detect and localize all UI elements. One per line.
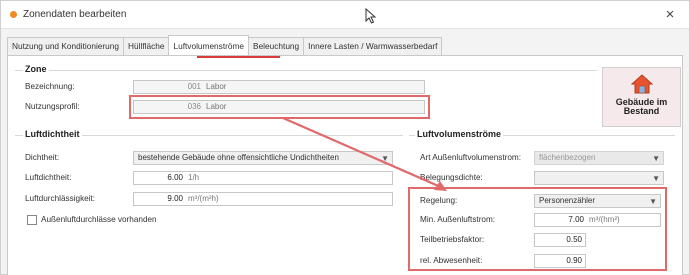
tab-huellflaeche[interactable]: Hüllfläche xyxy=(123,37,170,55)
bezeichnung-text: Labor xyxy=(206,82,227,91)
house-icon xyxy=(631,74,653,94)
regelung-highlight-box xyxy=(408,187,667,271)
art-aussenluft-value: flächenbezogen xyxy=(539,153,596,162)
luftvolumenstroeme-group-title: Luftvolumenströme xyxy=(415,129,504,139)
art-aussenluft-select[interactable]: flächenbezogen ▼ xyxy=(534,151,664,165)
luftdurchlaessigkeit-label: Luftdurchlässigkeit: xyxy=(25,194,96,203)
luftdurchlaessigkeit-field[interactable]: 9.00 m³/(m²h) xyxy=(133,192,393,206)
tab-innere-lasten[interactable]: Innere Lasten / Warmwasserbedarf xyxy=(303,37,443,55)
luftdichtheit-group-title: Luftdichtheit xyxy=(23,129,82,139)
aussenluftdurchlaesse-label[interactable]: Außenluftdurchlässe vorhanden xyxy=(41,215,157,224)
tab-nutzung[interactable]: Nutzung und Konditionierung xyxy=(7,37,125,55)
luftdichtheit-value: 6.00 xyxy=(167,173,183,182)
bezeichnung-number: 001 xyxy=(187,82,201,91)
mouse-cursor-icon xyxy=(365,8,377,24)
dichtheit-select[interactable]: bestehende Gebäude ohne offensichtliche … xyxy=(133,151,393,165)
tab-luftvolumenstroeme[interactable]: Luftvolumenströme xyxy=(168,35,250,55)
art-aussenluft-label: Art Außenluftvolumenstrom: xyxy=(420,153,522,162)
tab-bar: Nutzung und Konditionierung Hüllfläche L… xyxy=(7,35,443,55)
chevron-down-icon: ▼ xyxy=(652,154,660,163)
chevron-down-icon: ▼ xyxy=(652,174,660,183)
belegungsdichte-select[interactable]: ▼ xyxy=(534,171,664,185)
zone-group-border xyxy=(15,70,597,71)
luftdichtheit-field[interactable]: 6.00 1/h xyxy=(133,171,393,185)
luftdichtheit-unit: 1/h xyxy=(188,173,200,182)
chevron-down-icon: ▼ xyxy=(381,154,389,163)
luftdurchlaessigkeit-unit: m³/(m²h) xyxy=(188,194,219,203)
tab-beleuchtung[interactable]: Beleuchtung xyxy=(248,37,305,55)
dichtheit-label: Dichtheit: xyxy=(25,153,60,162)
bezeichnung-label: Bezeichnung: xyxy=(25,82,75,91)
app-dot-icon xyxy=(10,11,17,18)
close-icon[interactable]: × xyxy=(661,6,679,24)
aussenluftdurchlaesse-checkbox[interactable] xyxy=(27,215,37,225)
nutzungsprofil-highlight-box xyxy=(129,95,430,119)
dichtheit-value: bestehende Gebäude ohne offensichtliche … xyxy=(138,153,339,162)
luftdurchlaessigkeit-value: 9.00 xyxy=(167,194,183,203)
bestand-line-2: Bestand xyxy=(623,106,660,116)
title-bar: Zonendaten bearbeiten × xyxy=(1,1,689,29)
bestand-button-label: Gebäude im Bestand xyxy=(603,98,680,116)
dialog-window: Zonendaten bearbeiten × Nutzung und Kond… xyxy=(0,0,690,275)
nutzungsprofil-label: Nutzungsprofil: xyxy=(25,102,80,111)
luftdichtheit-label: Luftdichtheit: xyxy=(25,173,72,182)
belegungsdichte-label: Belegungsdichte: xyxy=(420,173,483,182)
zone-group-title: Zone xyxy=(23,64,49,74)
active-tab-highlight xyxy=(197,56,280,58)
gebaeude-im-bestand-button[interactable]: Gebäude im Bestand xyxy=(602,67,681,127)
bezeichnung-field[interactable]: 001 Labor xyxy=(133,80,425,94)
window-title: Zonendaten bearbeiten xyxy=(23,9,127,20)
